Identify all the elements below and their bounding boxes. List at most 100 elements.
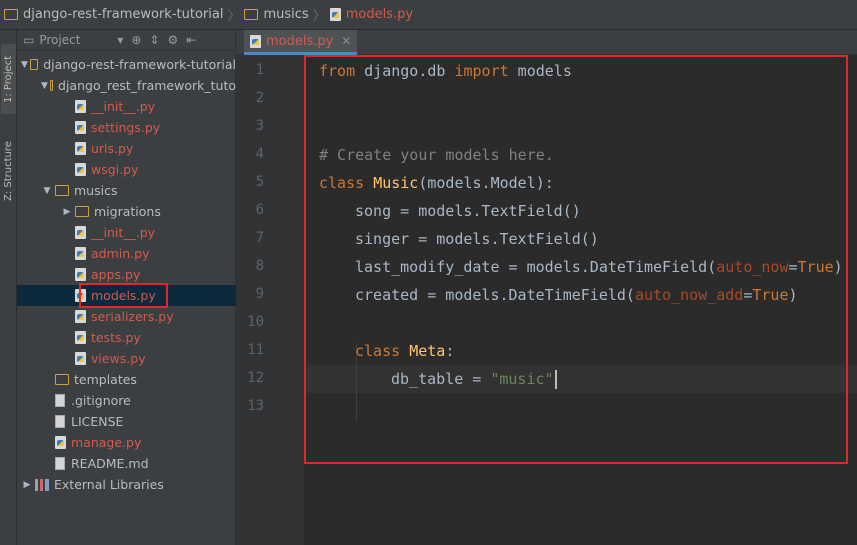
python-file-icon bbox=[75, 247, 86, 260]
line-number: 3 bbox=[255, 118, 264, 134]
tree-item-label: django-rest-framework-tutorial bbox=[43, 57, 236, 72]
tree-item[interactable]: manage.py bbox=[17, 432, 236, 453]
collapse-all-icon[interactable]: ⇕ bbox=[149, 33, 159, 47]
tree-item[interactable]: apps.py bbox=[17, 264, 236, 285]
breadcrumb-file[interactable]: models.py bbox=[329, 7, 414, 22]
line-number: 12 bbox=[247, 370, 264, 386]
expanded-arrow-icon[interactable]: ▼ bbox=[41, 81, 48, 91]
line-number: 13 bbox=[247, 398, 264, 414]
tree-item-label: __init__.py bbox=[91, 225, 156, 240]
chevron-right-icon: 〉 bbox=[227, 9, 241, 24]
tree-item-label: External Libraries bbox=[54, 477, 164, 492]
tree-item[interactable]: serializers.py bbox=[17, 306, 236, 327]
tree-item[interactable]: views.py bbox=[17, 348, 236, 369]
tree-item[interactable]: README.md bbox=[17, 453, 236, 474]
folder-icon bbox=[4, 9, 18, 20]
breadcrumb-file-label: models.py bbox=[345, 7, 414, 22]
tree-item[interactable]: __init__.py bbox=[17, 96, 236, 117]
collapsed-arrow-icon[interactable]: ▶ bbox=[21, 480, 33, 490]
breadcrumb-folder-label: musics bbox=[263, 7, 309, 22]
folder-icon bbox=[244, 9, 259, 20]
tree-item-label: templates bbox=[74, 372, 137, 387]
tree-item-label: LICENSE bbox=[71, 414, 124, 429]
python-file-icon bbox=[75, 352, 86, 365]
tree-item-label: tests.py bbox=[91, 330, 141, 345]
python-file-icon bbox=[250, 34, 261, 48]
line-number: 7 bbox=[255, 230, 264, 246]
tree-item[interactable]: ▼ django-rest-framework-tutorial bbox=[17, 54, 236, 75]
structure-tool-tab[interactable]: Z: Structure bbox=[1, 136, 16, 206]
tree-item[interactable]: ▼ django_rest_framework_tuto bbox=[17, 75, 236, 96]
tree-item[interactable]: settings.py bbox=[17, 117, 236, 138]
close-icon[interactable]: ✕ bbox=[341, 34, 351, 48]
breadcrumb-project-label: django-rest-framework-tutorial bbox=[23, 7, 224, 22]
collapsed-arrow-icon[interactable]: ▶ bbox=[61, 207, 73, 217]
library-icon bbox=[35, 478, 49, 491]
tree-item[interactable]: admin.py bbox=[17, 243, 236, 264]
tree-item[interactable]: .gitignore bbox=[17, 390, 236, 411]
hide-panel-icon[interactable]: ⇤ bbox=[186, 33, 196, 47]
tree-item-label: manage.py bbox=[71, 435, 142, 450]
python-file-icon bbox=[75, 121, 86, 134]
tree-item-label: settings.py bbox=[91, 120, 161, 135]
navigation-breadcrumb: django-rest-framework-tutorial 〉 musics … bbox=[0, 0, 857, 30]
python-file-icon bbox=[55, 436, 66, 449]
tree-item[interactable]: __init__.py bbox=[17, 222, 236, 243]
tree-item[interactable]: LICENSE bbox=[17, 411, 236, 432]
tab-models-py-label: models.py bbox=[266, 33, 334, 49]
python-file-icon bbox=[75, 142, 86, 155]
highlight-frame bbox=[304, 55, 848, 464]
expanded-arrow-icon[interactable]: ▼ bbox=[21, 60, 28, 70]
scroll-from-source-icon[interactable]: ⊕ bbox=[131, 33, 141, 47]
breadcrumb-folder[interactable]: musics bbox=[244, 7, 309, 22]
line-number: 4 bbox=[255, 146, 264, 162]
project-tool-tab[interactable]: 1: Project bbox=[1, 44, 16, 114]
tree-item[interactable]: ▶ migrations bbox=[17, 201, 236, 222]
python-file-icon bbox=[75, 163, 86, 176]
line-number: 5 bbox=[255, 174, 264, 190]
line-number: 1 bbox=[255, 62, 264, 78]
line-number: 8 bbox=[255, 258, 264, 274]
python-file-icon bbox=[75, 268, 86, 281]
line-number-gutter: 1 2 3 4 5 6 7 8 9 10 11 12 13 bbox=[236, 55, 318, 545]
python-file-icon bbox=[75, 226, 86, 239]
text-file-icon bbox=[55, 457, 65, 470]
line-number: 9 bbox=[255, 286, 264, 302]
tree-item-label: django_rest_framework_tuto bbox=[58, 78, 236, 93]
editor-tab-bar: models.py ✕ bbox=[236, 30, 857, 55]
tab-models-py[interactable]: models.py ✕ bbox=[244, 30, 358, 55]
folder-icon bbox=[55, 374, 69, 385]
tree-item-label: apps.py bbox=[91, 267, 141, 282]
folder-icon bbox=[29, 59, 39, 70]
text-file-icon bbox=[55, 415, 65, 428]
tree-item[interactable]: ▼ musics bbox=[17, 180, 236, 201]
breadcrumb-project[interactable]: django-rest-framework-tutorial bbox=[4, 7, 223, 22]
tree-item-label: urls.py bbox=[91, 141, 134, 156]
tool-window-strip: 1: Project Z: Structure bbox=[0, 30, 17, 545]
line-number: 2 bbox=[255, 90, 264, 106]
python-file-icon bbox=[329, 8, 341, 21]
structure-tool-tab-label: Z: Structure bbox=[3, 141, 14, 201]
tree-item[interactable]: ▶ External Libraries bbox=[17, 474, 236, 495]
project-panel: ▭ Project ▾ ⊕ ⇕ ⚙ ⇤ ▼ django-rest-framewo… bbox=[17, 30, 236, 545]
tree-item-label: views.py bbox=[91, 351, 146, 366]
tree-item-label: admin.py bbox=[91, 246, 150, 261]
tree-item[interactable]: urls.py bbox=[17, 138, 236, 159]
expanded-arrow-icon[interactable]: ▼ bbox=[41, 186, 53, 196]
folder-icon bbox=[75, 206, 89, 217]
folder-icon bbox=[49, 80, 54, 91]
tree-item-label: README.md bbox=[71, 456, 149, 471]
tree-item[interactable]: wsgi.py bbox=[17, 159, 236, 180]
tree-item-label: serializers.py bbox=[91, 309, 174, 324]
tree-item-label: .gitignore bbox=[71, 393, 131, 408]
folder-icon bbox=[55, 185, 69, 196]
tree-item[interactable]: templates bbox=[17, 369, 236, 390]
project-view-selector[interactable]: Project bbox=[39, 33, 109, 47]
text-file-icon bbox=[55, 394, 65, 407]
line-number: 11 bbox=[247, 342, 264, 358]
project-tool-tab-label: 1: Project bbox=[3, 55, 14, 103]
gear-icon[interactable]: ⚙ bbox=[168, 33, 179, 47]
tree-item[interactable]: tests.py bbox=[17, 327, 236, 348]
dropdown-icon[interactable]: ▾ bbox=[117, 33, 123, 47]
python-file-icon bbox=[75, 331, 86, 344]
